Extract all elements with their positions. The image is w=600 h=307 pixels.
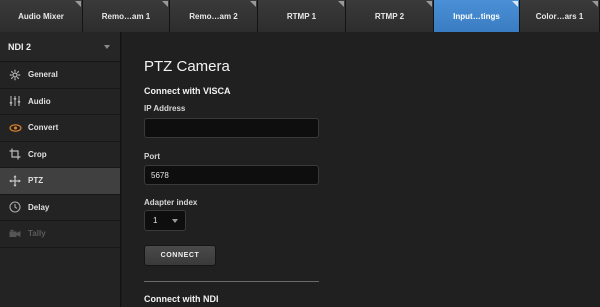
convert-icon: [8, 121, 22, 135]
ip-address-label: IP Address: [144, 104, 186, 113]
tab-label: RTMP 2: [374, 11, 405, 21]
ndi-section-heading: Connect with NDI: [144, 294, 219, 304]
tab-label: Remo…am 1: [101, 11, 151, 21]
ptz-move-icon: [8, 174, 22, 188]
chevron-down-icon: [104, 45, 110, 49]
source-dropdown-value: NDI 2: [8, 41, 32, 52]
sidebar-item-tally: Tally: [0, 221, 120, 248]
tab-input-settings[interactable]: Input…tings: [434, 0, 520, 32]
crop-icon: [8, 147, 22, 161]
sidebar-item-crop[interactable]: Crop: [0, 142, 120, 168]
tab-label: Input…tings: [453, 11, 500, 21]
sidebar-item-label: Audio: [28, 96, 51, 106]
source-dropdown[interactable]: NDI 2: [0, 32, 120, 62]
tab-corner-indicator: [162, 1, 168, 7]
section-divider: [144, 281, 319, 282]
tab-corner-indicator: [512, 1, 518, 7]
tab-label: Color…ars 1: [535, 11, 584, 21]
tab-corner-indicator: [338, 1, 344, 7]
tab-remote-cam-1[interactable]: Remo…am 1: [83, 0, 170, 32]
camera-icon: [8, 227, 22, 241]
chevron-down-icon: [172, 219, 178, 223]
adapter-index-select[interactable]: 1: [144, 210, 186, 231]
tab-corner-indicator: [592, 1, 598, 7]
sidebar-item-delay[interactable]: Delay: [0, 195, 120, 221]
adapter-index-label: Adapter index: [144, 198, 198, 207]
ptz-settings-panel: PTZ Camera Connect with VISCA IP Address…: [122, 32, 600, 307]
adapter-index-value: 1: [153, 216, 158, 225]
gear-icon: [8, 68, 22, 82]
port-input[interactable]: 5678: [144, 165, 319, 185]
settings-sidebar: NDI 2 General Audio Convert Crop PTZ Del…: [0, 32, 121, 307]
sidebar-item-general[interactable]: General: [0, 62, 120, 89]
sidebar-item-audio[interactable]: Audio: [0, 89, 120, 115]
tab-rtmp-1[interactable]: RTMP 1: [258, 0, 346, 32]
tab-bar: Audio Mixer Remo…am 1 Remo…am 2 RTMP 1 R…: [0, 0, 600, 32]
sidebar-item-ptz[interactable]: PTZ: [0, 168, 120, 195]
tab-remote-cam-2[interactable]: Remo…am 2: [170, 0, 258, 32]
visca-section-heading: Connect with VISCA: [144, 86, 231, 96]
clock-icon: [8, 200, 22, 214]
sidebar-item-label: Tally: [28, 229, 46, 239]
port-label: Port: [144, 152, 160, 161]
ip-address-input[interactable]: [144, 118, 319, 138]
tab-audio-mixer[interactable]: Audio Mixer: [0, 0, 83, 32]
tab-label: RTMP 1: [286, 11, 317, 21]
tab-color-bars-1[interactable]: Color…ars 1: [520, 0, 600, 32]
page-title: PTZ Camera: [144, 58, 230, 75]
sidebar-item-label: General: [28, 70, 58, 80]
tab-corner-indicator: [250, 1, 256, 7]
tab-corner-indicator: [75, 1, 81, 7]
tab-label: Audio Mixer: [18, 11, 64, 21]
sidebar-item-label: Delay: [28, 202, 50, 212]
sidebar-item-label: Crop: [28, 149, 47, 159]
tab-label: Remo…am 2: [189, 11, 238, 21]
tab-rtmp-2[interactable]: RTMP 2: [346, 0, 434, 32]
connect-button[interactable]: CONNECT: [144, 245, 216, 266]
sidebar-item-label: Convert: [28, 123, 59, 133]
sidebar-item-label: PTZ: [28, 176, 44, 186]
sidebar-item-convert[interactable]: Convert: [0, 115, 120, 142]
audio-sliders-icon: [8, 94, 22, 108]
tab-corner-indicator: [426, 1, 432, 7]
